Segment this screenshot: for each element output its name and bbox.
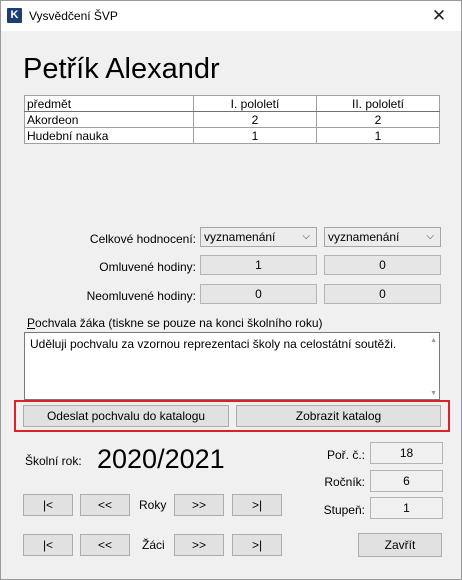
grade-cell-second-term[interactable]: 2 bbox=[316, 111, 440, 128]
title-bar: K Vysvědčení ŠVP ✕ bbox=[1, 1, 461, 31]
student-previous-button[interactable]: << bbox=[80, 534, 130, 556]
scroll-up-arrow-icon[interactable]: ▲ bbox=[430, 337, 437, 344]
praise-textarea[interactable]: Uděluji pochvalu za vzornou reprezentaci… bbox=[24, 332, 440, 400]
students-nav-label: Žáci bbox=[142, 538, 165, 552]
window-title: Vysvědčení ŠVP bbox=[29, 9, 118, 23]
year-of-study-field[interactable]: 6 bbox=[370, 470, 443, 492]
year-next-button[interactable]: >> bbox=[174, 494, 224, 516]
close-button[interactable]: Zavřít bbox=[358, 533, 442, 557]
grade-cell-second-term[interactable]: 1 bbox=[316, 127, 440, 144]
grade-cell-first-term[interactable]: 2 bbox=[193, 111, 317, 128]
grades-table: předmět I. pololetí II. pololetí Akordeo… bbox=[24, 95, 440, 144]
years-nav-label: Roky bbox=[139, 498, 167, 512]
order-number-field[interactable]: 18 bbox=[370, 442, 443, 464]
chevron-down-icon: ⌵ bbox=[426, 231, 434, 242]
table-row[interactable]: Akordeon 2 2 bbox=[24, 111, 440, 128]
school-year-label: Školní rok: bbox=[25, 454, 82, 468]
grade-cell-first-term[interactable]: 1 bbox=[193, 127, 317, 144]
send-praise-to-catalog-button[interactable]: Odeslat pochvalu do katalogu bbox=[23, 405, 229, 427]
select-value: vyznamenání bbox=[328, 230, 400, 244]
unexcused-hours-label: Neomluvené hodiny: bbox=[86, 289, 196, 303]
level-field[interactable]: 1 bbox=[370, 497, 443, 519]
praise-label: Pochvala žáka (tiskne se pouze na konci … bbox=[27, 316, 323, 330]
year-first-button[interactable]: |< bbox=[23, 494, 73, 516]
unexcused-hours-first-term-field[interactable]: 0 bbox=[200, 284, 317, 304]
order-number-label: Poř. č.: bbox=[326, 448, 365, 462]
praise-text: Uděluji pochvalu za vzornou reprezentaci… bbox=[30, 337, 397, 351]
student-first-button[interactable]: |< bbox=[23, 534, 73, 556]
overall-evaluation-first-term-select[interactable]: vyznamenání ⌵ bbox=[200, 227, 317, 247]
overall-evaluation-second-term-select[interactable]: vyznamenání ⌵ bbox=[324, 227, 441, 247]
student-last-button[interactable]: >| bbox=[232, 534, 282, 556]
praise-label-accesskey: P bbox=[27, 316, 36, 330]
grades-header-row: předmět I. pololetí II. pololetí bbox=[24, 95, 440, 112]
year-last-button[interactable]: >| bbox=[232, 494, 282, 516]
chevron-down-icon: ⌵ bbox=[302, 231, 310, 242]
table-row[interactable]: Hudební nauka 1 1 bbox=[24, 127, 440, 144]
select-value: vyznamenání bbox=[204, 230, 276, 244]
app-icon: K bbox=[7, 8, 22, 23]
praise-label-text: ochvala žáka (tiskne se pouze na konci š… bbox=[35, 316, 323, 330]
student-next-button[interactable]: >> bbox=[174, 534, 224, 556]
header-second-term[interactable]: II. pololetí bbox=[316, 95, 440, 112]
year-of-study-label: Ročník: bbox=[324, 475, 365, 489]
scroll-down-arrow-icon[interactable]: ▼ bbox=[430, 390, 437, 397]
excused-hours-second-term-field[interactable]: 0 bbox=[324, 255, 441, 275]
subject-cell[interactable]: Hudební nauka bbox=[24, 127, 194, 144]
show-catalog-button[interactable]: Zobrazit katalog bbox=[236, 405, 441, 427]
school-year-value: 2020/2021 bbox=[97, 444, 225, 474]
header-first-term[interactable]: I. pololetí bbox=[193, 95, 317, 112]
header-subject[interactable]: předmět bbox=[24, 95, 194, 112]
overall-evaluation-label: Celkové hodnocení: bbox=[89, 232, 196, 246]
report-card-window: K Vysvědčení ŠVP ✕ Petřík Alexandr předm… bbox=[0, 0, 462, 580]
excused-hours-first-term-field[interactable]: 1 bbox=[200, 255, 317, 275]
student-name: Petřík Alexandr bbox=[23, 53, 220, 85]
close-window-icon[interactable]: ✕ bbox=[417, 1, 461, 31]
level-label: Stupeň: bbox=[323, 503, 365, 517]
unexcused-hours-second-term-field[interactable]: 0 bbox=[324, 284, 441, 304]
subject-cell[interactable]: Akordeon bbox=[24, 111, 194, 128]
year-previous-button[interactable]: << bbox=[80, 494, 130, 516]
excused-hours-label: Omluvené hodiny: bbox=[99, 260, 196, 274]
